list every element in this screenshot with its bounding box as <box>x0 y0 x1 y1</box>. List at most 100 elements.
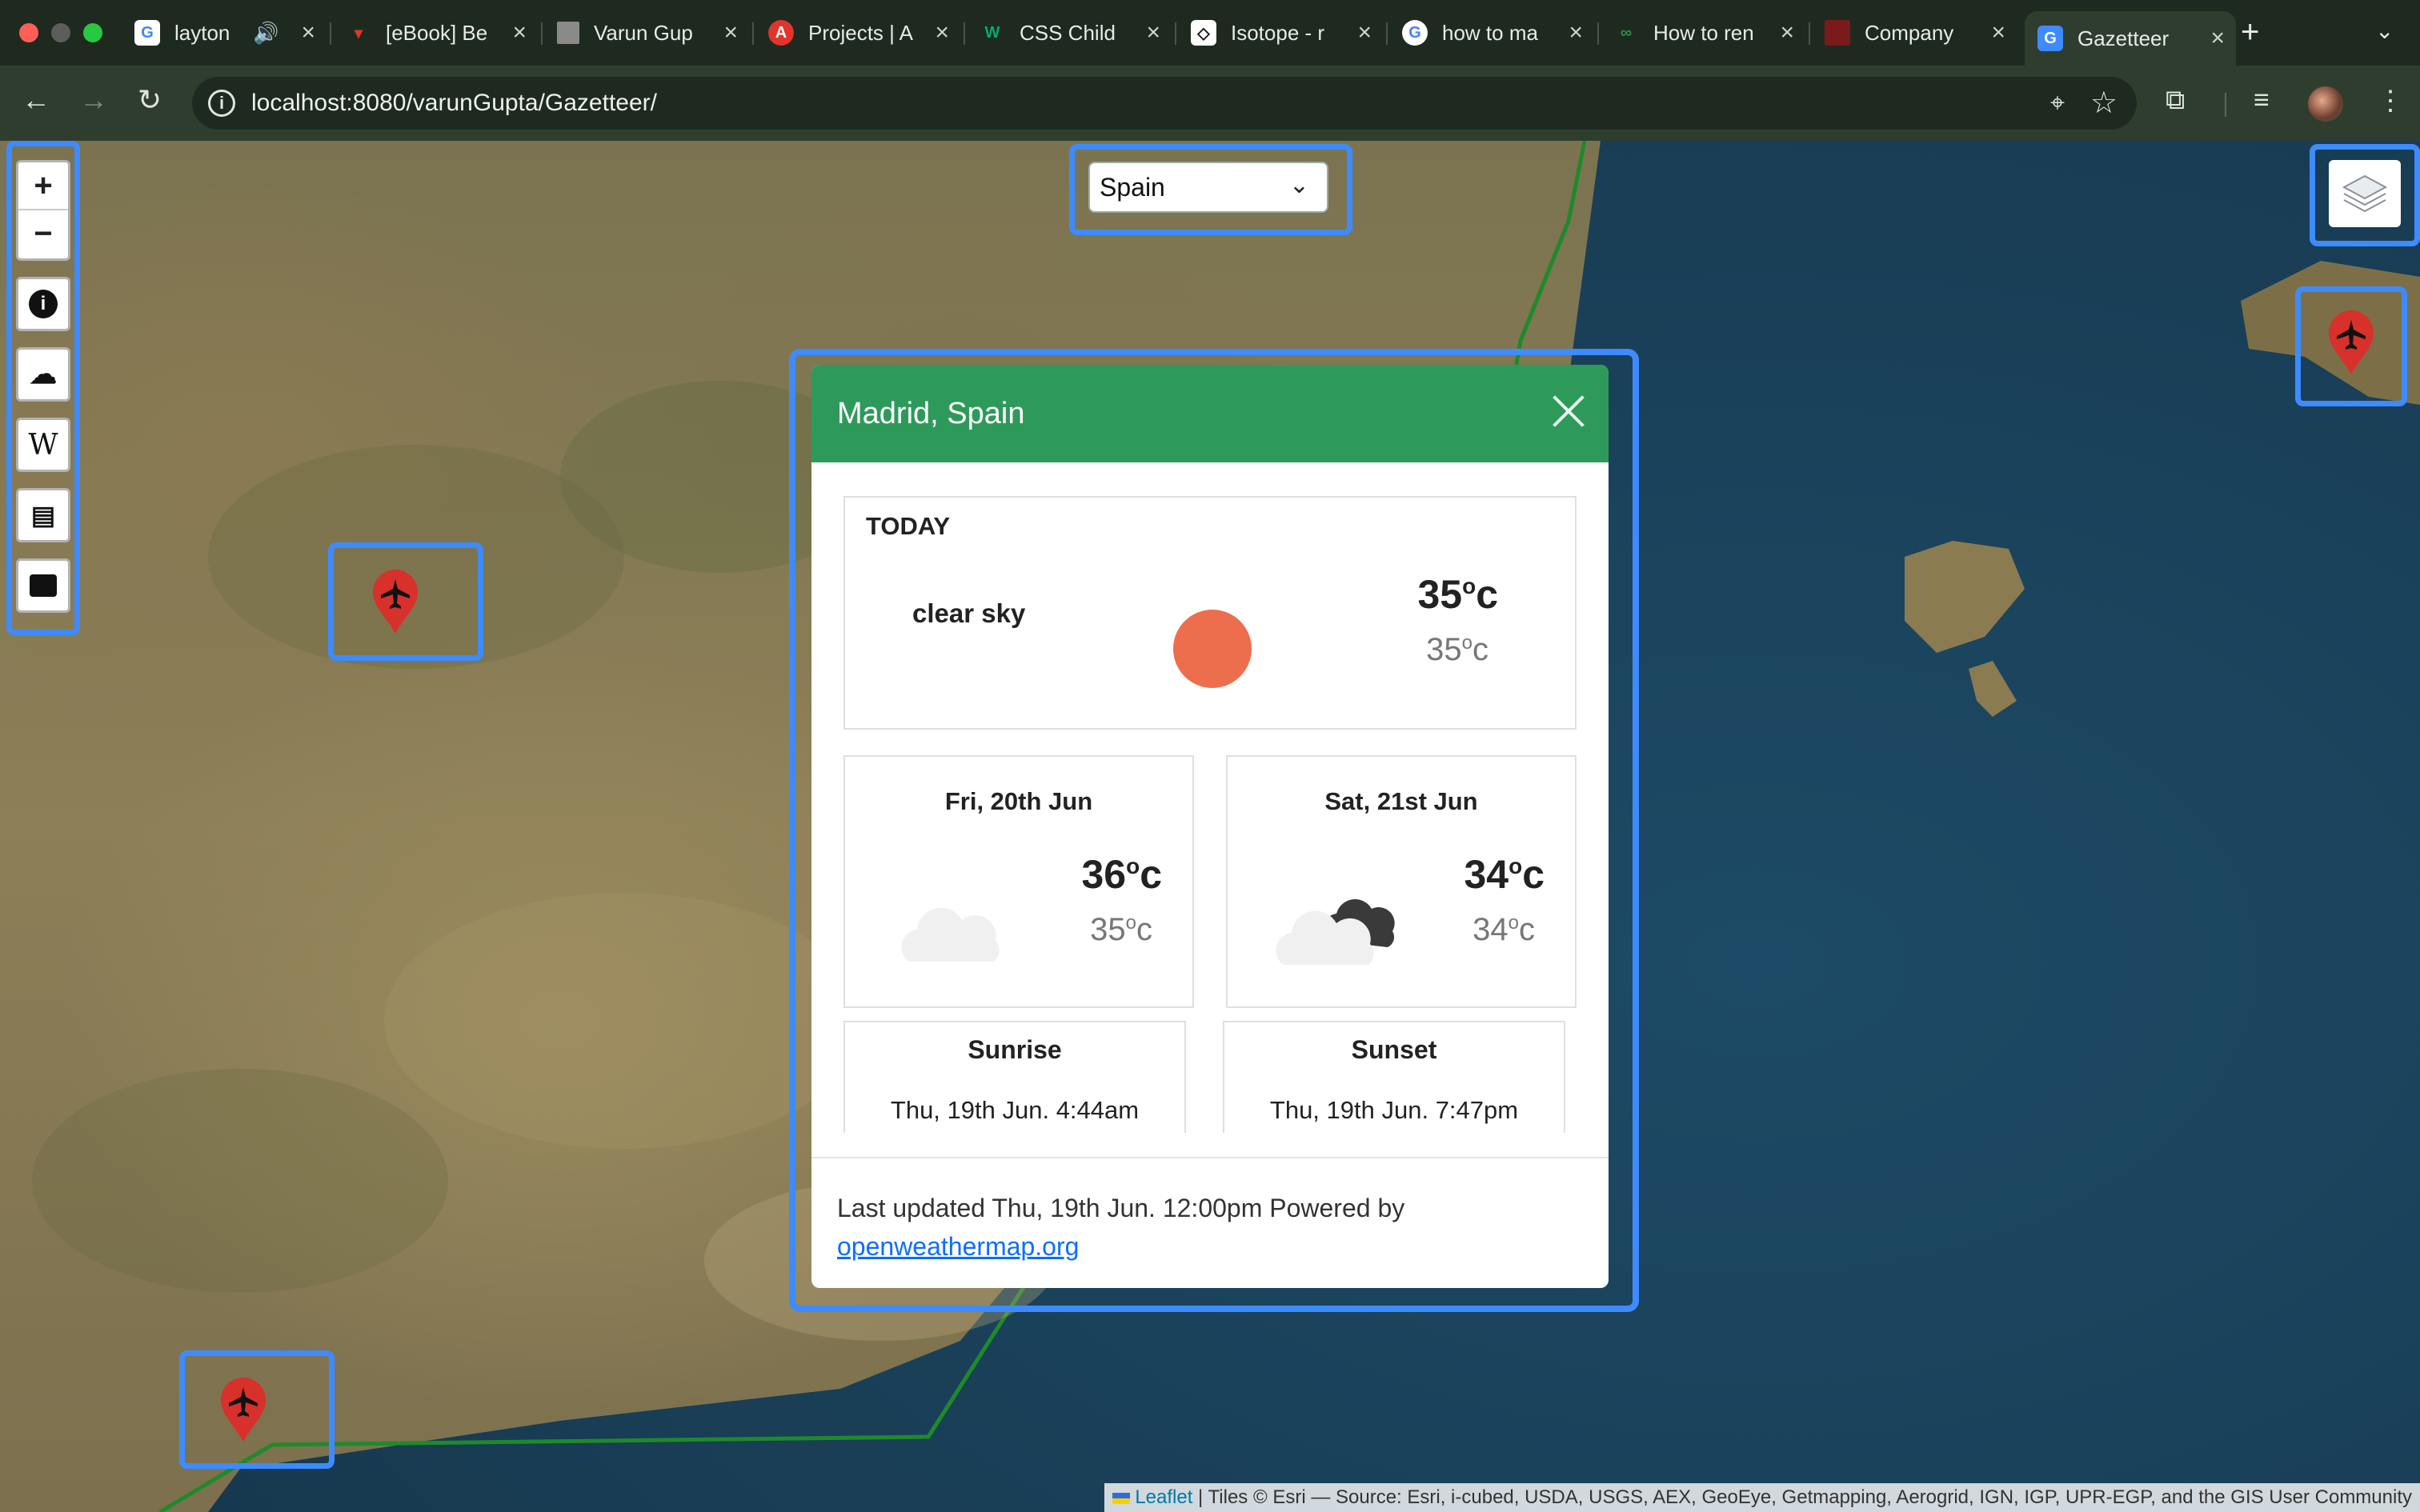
extensions-icon[interactable]: ⧉ <box>2166 85 2185 116</box>
w3-icon: W <box>984 23 1000 42</box>
speaker-icon[interactable]: 🔊 <box>253 21 278 46</box>
close-window-button[interactable] <box>19 23 38 42</box>
ebook-icon: ▾ <box>354 24 363 42</box>
tab-label: how to ma <box>1442 20 1538 45</box>
country-select[interactable]: Spain ⌄ <box>1088 162 1328 213</box>
google-icon: G <box>1402 20 1428 46</box>
browser-tab[interactable]: Varun Gup × <box>557 11 749 54</box>
google-icon: G <box>134 20 160 46</box>
today-min-temp: 35oc <box>1426 632 1488 667</box>
today-description: clear sky <box>912 598 1026 628</box>
minimize-window-button[interactable] <box>51 23 70 42</box>
forecast-card: Sat, 21st Jun 34oc 34oc <box>1226 755 1577 1008</box>
zoom-out-button[interactable]: − <box>18 210 68 258</box>
forward-button[interactable]: → <box>74 83 114 117</box>
weather-button[interactable]: ☁ <box>16 347 70 402</box>
tab-label: Gazetteer <box>2077 26 2170 50</box>
newspaper-icon: ▤ <box>30 501 56 530</box>
browser-tab[interactable]: ◇ Isotope - r × <box>1191 11 1383 54</box>
close-tab-icon[interactable]: × <box>2210 25 2225 52</box>
tab-label: CSS Child <box>1020 20 1116 45</box>
airport-marker[interactable] <box>370 568 421 635</box>
back-button[interactable]: ← <box>16 83 56 117</box>
last-updated-text: Last updated Thu, 19th Jun. 12:00pm Powe… <box>837 1194 1405 1222</box>
location-icon[interactable]: ⌖ <box>2050 88 2065 118</box>
modal-title: Madrid, Spain <box>837 396 1025 430</box>
weather-modal: Madrid, Spain TODAY clear sky 35oc 35oc … <box>811 365 1609 1288</box>
forecast-min-temp: 34oc <box>1472 912 1535 947</box>
company-icon <box>1825 20 1850 46</box>
browser-tab[interactable]: ▾ [eBook] Be × <box>346 11 538 54</box>
close-tab-icon[interactable]: × <box>512 19 527 46</box>
zoom-in-button[interactable]: + <box>18 162 68 210</box>
today-max-temp: 35oc <box>1417 572 1498 617</box>
close-tab-icon[interactable]: × <box>1991 19 2005 46</box>
close-tab-icon[interactable]: × <box>301 19 315 46</box>
new-tab-button[interactable]: + <box>2241 14 2259 50</box>
close-tab-icon[interactable]: × <box>1569 19 1583 46</box>
browser-tab[interactable]: A Projects | A × <box>768 11 960 54</box>
close-tab-icon[interactable]: × <box>1357 19 1372 46</box>
tab-search-button[interactable]: ⌄ <box>2375 18 2394 44</box>
openweathermap-link[interactable]: openweathermap.org <box>837 1232 1079 1261</box>
leaflet-link[interactable]: Leaflet <box>1135 1486 1192 1508</box>
close-icon[interactable] <box>1549 392 1588 430</box>
browser-tab-active[interactable]: G Gazetteer × <box>2025 11 2236 66</box>
cloud-icon <box>901 907 1000 962</box>
ukraine-flag-icon <box>1112 1492 1130 1504</box>
media-control-icon[interactable]: ≡ <box>2254 85 2270 116</box>
sunset-card: Sunset Thu, 19th Jun. 7:47pm <box>1223 1021 1565 1133</box>
info-icon: i <box>29 290 58 318</box>
forecast-max-temp: 36oc <box>1081 852 1162 897</box>
browser-tab-bar: G layton 🔊 × ▾ [eBook] Be × Varun Gup × … <box>0 0 2420 66</box>
sunset-time: Thu, 19th Jun. 7:47pm <box>1269 1096 1519 1124</box>
reload-button[interactable]: ↻ <box>130 83 170 117</box>
site-info-icon[interactable]: i <box>208 90 235 117</box>
today-weather-card: TODAY clear sky 35oc 35oc <box>843 496 1577 730</box>
attribution-text: | Tiles © Esri — Source: Esri, i-cubed, … <box>1192 1486 2412 1508</box>
tab-label: Varun Gup <box>594 20 693 45</box>
tab-label: Isotope - r <box>1231 20 1325 45</box>
modal-header: Madrid, Spain <box>811 365 1609 462</box>
forecast-max-temp: 34oc <box>1464 852 1545 897</box>
browser-tab[interactable]: ∞ How to ren × <box>1613 11 1805 54</box>
wikipedia-button[interactable]: W <box>16 418 70 472</box>
browser-toolbar: ← → ↻ i localhost:8080/varunGupta/Gazett… <box>0 66 2420 141</box>
maximize-window-button[interactable] <box>83 23 102 42</box>
layers-icon <box>2342 174 2388 213</box>
bookmark-star-icon[interactable]: ☆ <box>2090 85 2118 121</box>
layers-control[interactable] <box>2329 160 2401 227</box>
tab-label: [eBook] Be <box>386 20 488 45</box>
currency-button[interactable] <box>16 558 70 613</box>
page-icon <box>557 22 579 44</box>
close-tab-icon[interactable]: × <box>1780 19 1794 46</box>
tab-label: How to ren <box>1653 20 1754 45</box>
url-text[interactable]: localhost:8080/varunGupta/Gazetteer/ <box>251 90 657 117</box>
map-attribution: Leaflet | Tiles © Esri — Source: Esri, i… <box>1104 1483 2420 1512</box>
profile-avatar[interactable] <box>2308 86 2343 122</box>
browser-tab[interactable]: Company × <box>1825 11 2017 54</box>
address-bar[interactable]: i localhost:8080/varunGupta/Gazetteer/ ⌖… <box>192 77 2137 130</box>
wikipedia-icon: W <box>28 428 58 462</box>
close-tab-icon[interactable]: × <box>723 19 738 46</box>
info-button[interactable]: i <box>16 277 70 331</box>
browser-tab[interactable]: G layton 🔊 × <box>134 11 327 54</box>
modal-footer: Last updated Thu, 19th Jun. 12:00pm Powe… <box>811 1157 1609 1288</box>
forecast-card: Fri, 20th Jun 36oc 35oc <box>843 755 1194 1008</box>
projects-icon: A <box>768 20 794 46</box>
close-tab-icon[interactable]: × <box>935 19 949 46</box>
news-button[interactable]: ▤ <box>16 488 70 542</box>
browser-tab[interactable]: G how to ma × <box>1402 11 1594 54</box>
more-menu-icon[interactable]: ⋮ <box>2377 85 2404 117</box>
today-label: TODAY <box>866 512 951 540</box>
gazetteer-icon: G <box>2037 26 2063 51</box>
forecast-date: Sat, 21st Jun <box>1324 787 1478 815</box>
sunrise-time: Thu, 19th Jun. 4:44am <box>890 1096 1140 1124</box>
clear-sky-icon <box>1173 610 1252 688</box>
close-tab-icon[interactable]: × <box>1146 19 1160 46</box>
airport-marker[interactable] <box>218 1376 269 1443</box>
airport-marker[interactable] <box>2326 309 2377 376</box>
gfg-icon: ∞ <box>1620 23 1633 42</box>
browser-tab[interactable]: W CSS Child × <box>980 11 1172 54</box>
sunrise-title: Sunrise <box>968 1035 1062 1064</box>
